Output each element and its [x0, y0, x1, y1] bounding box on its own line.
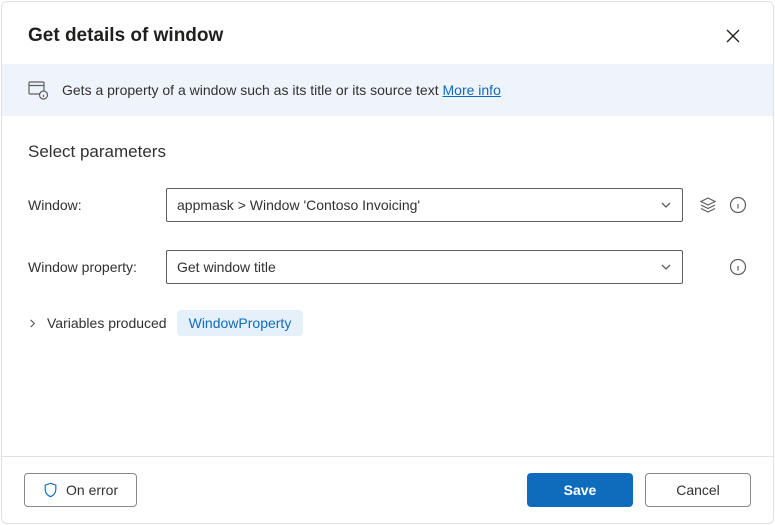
window-info-icon	[28, 80, 48, 100]
variables-produced-label: Variables produced	[47, 315, 167, 331]
window-property-field-label: Window property:	[28, 259, 158, 275]
on-error-button[interactable]: On error	[24, 473, 137, 507]
window-property-info-button[interactable]	[729, 258, 747, 276]
window-field-row: Window: appmask > Window 'Contoso Invoic…	[28, 188, 747, 222]
window-info-button[interactable]	[729, 196, 747, 214]
window-select[interactable]: appmask > Window 'Contoso Invoicing'	[166, 188, 683, 222]
window-property-select[interactable]: Get window title	[166, 250, 683, 284]
cancel-label: Cancel	[676, 482, 720, 498]
ui-element-picker-button[interactable]	[699, 196, 717, 214]
variable-badge[interactable]: WindowProperty	[177, 310, 304, 336]
info-icon	[729, 258, 747, 276]
shield-icon	[43, 482, 58, 498]
dialog-body: Select parameters Window: appmask > Wind…	[2, 116, 773, 456]
dialog-header: Get details of window	[2, 2, 773, 64]
save-button[interactable]: Save	[527, 473, 633, 507]
info-icon	[729, 196, 747, 214]
on-error-label: On error	[66, 482, 118, 498]
chevron-down-icon	[660, 199, 672, 211]
chevron-down-icon	[660, 261, 672, 273]
close-icon	[726, 29, 740, 43]
footer-right: Save Cancel	[527, 473, 751, 507]
dialog-footer: On error Save Cancel	[2, 456, 773, 523]
save-label: Save	[564, 482, 597, 498]
section-title: Select parameters	[28, 142, 747, 162]
cancel-button[interactable]: Cancel	[645, 473, 751, 507]
chevron-right-icon	[28, 319, 37, 328]
banner-text-wrap: Gets a property of a window such as its …	[62, 82, 501, 98]
window-property-field-row: Window property: Get window title	[28, 250, 747, 284]
window-field-label: Window:	[28, 197, 158, 213]
variables-produced-row[interactable]: Variables produced WindowProperty	[28, 310, 747, 336]
more-info-link[interactable]: More info	[443, 82, 501, 98]
dialog: Get details of window Gets a property of…	[1, 1, 774, 524]
window-select-value: appmask > Window 'Contoso Invoicing'	[177, 197, 420, 213]
close-button[interactable]	[719, 22, 747, 50]
banner-text: Gets a property of a window such as its …	[62, 82, 443, 98]
dialog-title: Get details of window	[28, 25, 223, 47]
window-field-actions	[691, 196, 747, 214]
info-banner: Gets a property of a window such as its …	[2, 64, 773, 116]
layers-icon	[699, 196, 717, 214]
window-property-select-value: Get window title	[177, 259, 276, 275]
window-property-field-actions	[691, 258, 747, 276]
